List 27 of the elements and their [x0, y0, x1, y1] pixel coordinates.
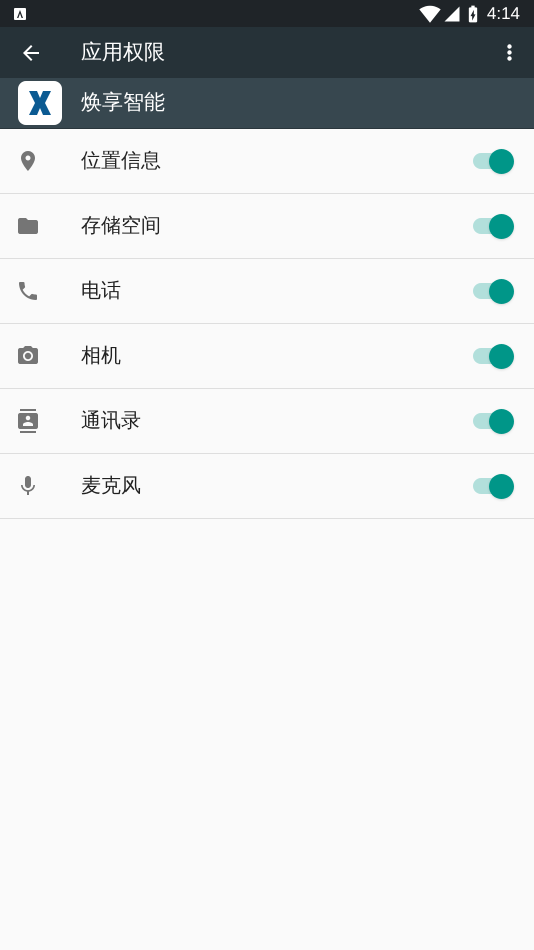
permission-row[interactable]: 存储空间	[0, 194, 534, 259]
more-options-icon	[506, 44, 512, 61]
permission-row[interactable]: 麦克风	[0, 454, 534, 519]
permission-label: 存储空间	[81, 214, 162, 239]
permission-label: 电话	[81, 279, 122, 304]
app-name: 焕享智能	[81, 90, 165, 116]
contact-card-icon	[16, 409, 40, 433]
permission-row[interactable]: 通讯录	[0, 389, 534, 454]
permission-row[interactable]: 电话	[0, 259, 534, 324]
clock: 4:14	[486, 2, 520, 25]
toggle-switch[interactable]	[472, 278, 514, 304]
toggle-switch[interactable]	[472, 342, 514, 370]
notification-icon	[14, 8, 26, 20]
phone-icon	[16, 279, 40, 303]
permission-row[interactable]: 位置信息	[0, 129, 534, 194]
app-logo-icon	[18, 81, 62, 125]
permission-label: 相机	[81, 344, 122, 369]
permission-row[interactable]: 相机	[0, 324, 534, 389]
permission-label: 麦克风	[81, 474, 142, 499]
permission-label: 位置信息	[81, 149, 162, 174]
toggle-switch[interactable]	[472, 408, 514, 434]
toggle-switch[interactable]	[472, 148, 514, 174]
toggle-switch[interactable]	[472, 472, 514, 500]
permission-label: 通讯录	[81, 409, 142, 434]
toggle-switch[interactable]	[472, 212, 514, 240]
signal-icon	[442, 4, 461, 22]
toolbar-title: 应用权限	[81, 40, 166, 66]
